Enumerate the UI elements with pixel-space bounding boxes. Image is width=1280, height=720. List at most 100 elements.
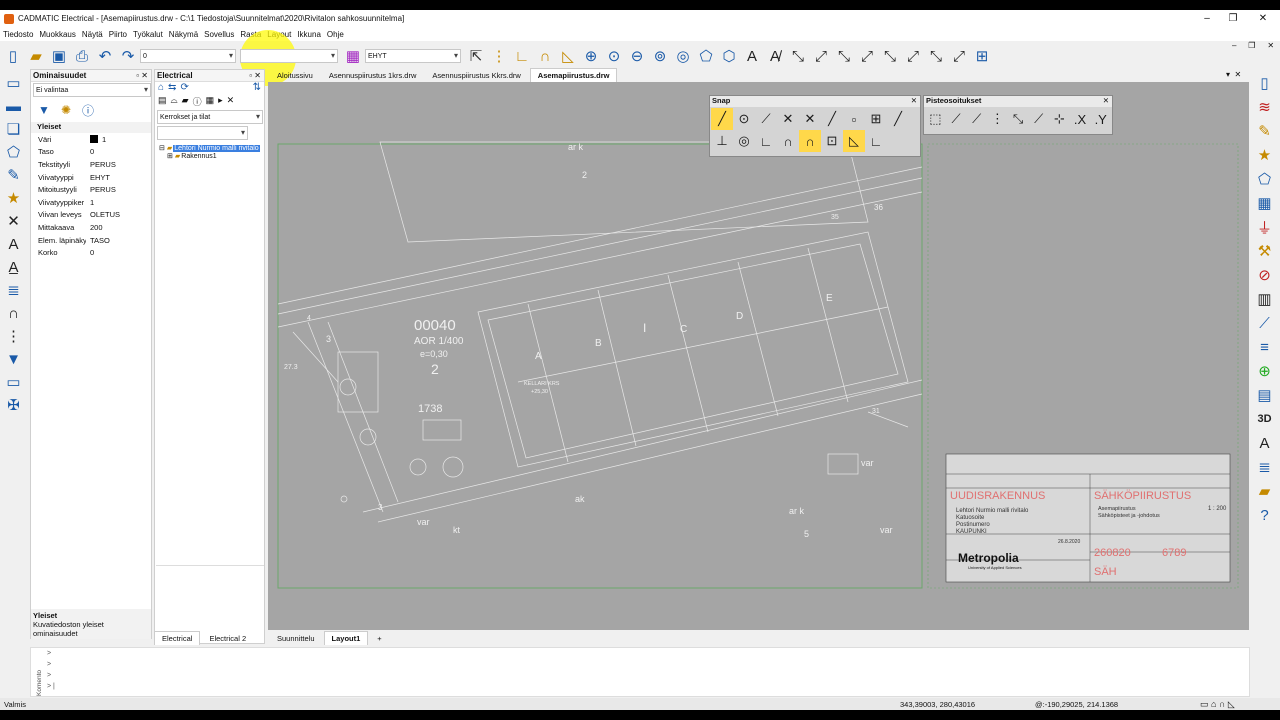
property-row[interactable]: Mittakaava 200 — [31, 221, 151, 234]
menu-item-2[interactable]: Näytä — [79, 30, 106, 39]
snap-magnet-red-icon[interactable]: ∩ — [777, 130, 799, 152]
zoom-window-icon[interactable]: ⊚ — [649, 45, 671, 67]
snap-apparent-icon[interactable]: ✕ — [799, 108, 821, 130]
r-help-icon[interactable]: ? — [1254, 504, 1276, 526]
layer-combo[interactable]: 0 — [140, 49, 236, 63]
property-row[interactable]: Elem. läpinäky TASO — [31, 234, 151, 247]
property-row[interactable]: Tekstityyli PERUS — [31, 158, 151, 171]
zoom-icon[interactable]: ⊙ — [603, 45, 625, 67]
snap-perp-icon[interactable]: ╱ — [821, 108, 843, 130]
tree-child[interactable]: ⊞ ▰ Rakennus1 — [159, 152, 264, 161]
snap-perpendicular-icon[interactable]: ⊥ — [711, 130, 733, 152]
star-tool-icon[interactable]: ★ — [3, 187, 25, 209]
property-row[interactable]: Viivatyyppiker 1 — [31, 196, 151, 209]
snap-quadrant-icon[interactable]: ◎ — [733, 130, 755, 152]
next-icon[interactable]: ▸ — [218, 95, 223, 108]
view-icon[interactable]: ⌓ — [171, 95, 178, 108]
zoom-extent-icon[interactable]: ◎ — [672, 45, 694, 67]
r-bars-icon[interactable]: ▥ — [1254, 288, 1276, 310]
doc-tab[interactable]: Asemapiirustus.drw — [529, 68, 618, 82]
status-icons[interactable]: ▭ ⌂ ∩ ◺ — [1200, 699, 1235, 710]
property-row[interactable]: Väri 1 — [31, 133, 151, 146]
points-close-icon[interactable]: ✕ — [1103, 96, 1109, 105]
snap-midpoint-icon[interactable]: ⟋ — [755, 108, 777, 130]
color-combo[interactable] — [240, 49, 338, 63]
mdi-restore-icon[interactable]: ❐ — [1248, 41, 1255, 53]
layout-tab[interactable]: Suunnittelu — [270, 632, 322, 645]
doc-tab[interactable]: Aloitussivu — [270, 69, 320, 82]
snap-magnet-active-icon[interactable]: ∩ — [799, 130, 821, 152]
mdi-minimize-icon[interactable]: – — [1232, 41, 1236, 53]
point-line-icon[interactable]: ⟋ — [946, 108, 967, 130]
dimension5-icon[interactable]: ⤡ — [879, 45, 901, 67]
text-tool-icon[interactable]: A — [3, 233, 25, 255]
point-box-icon[interactable]: ⬚ — [925, 108, 946, 130]
tools-icon[interactable]: ✠ — [3, 394, 25, 416]
screen-tool-icon[interactable]: ▭ — [3, 371, 25, 393]
table-icon[interactable]: ⊞ — [971, 45, 993, 67]
property-row[interactable]: Korko 0 — [31, 246, 151, 259]
move-icon[interactable]: ⬡ — [718, 45, 740, 67]
save-icon[interactable]: ▣ — [48, 45, 70, 67]
snap-nearest-icon[interactable]: ∟ — [755, 130, 777, 152]
r-database-icon[interactable]: ▰ — [1254, 480, 1276, 502]
point-diag-icon[interactable]: ⤡ — [1008, 108, 1029, 130]
ortho-icon[interactable]: ∟ — [511, 45, 533, 67]
r-add-icon[interactable]: ⊕ — [1254, 360, 1276, 382]
menu-item-6[interactable]: Sovellus — [201, 30, 237, 39]
r-star-icon[interactable]: ★ — [1254, 144, 1276, 166]
menu-item-5[interactable]: Näkymä — [166, 30, 201, 39]
menu-item-10[interactable]: Ohje — [324, 30, 347, 39]
sort-icon[interactable]: ⇅ — [253, 82, 261, 95]
pencil-tool-icon[interactable]: ✎ — [3, 164, 25, 186]
maximize-button[interactable]: ❐ — [1216, 10, 1250, 27]
snap-tangent-icon[interactable]: ╱ — [887, 108, 909, 130]
point-relative-icon[interactable]: ⟋ — [1028, 108, 1049, 130]
redo-icon[interactable]: ↷ — [117, 45, 139, 67]
rect-tool-icon[interactable]: ▬ — [3, 95, 25, 117]
db-icon[interactable]: ▤ — [158, 95, 167, 108]
dimension-icon[interactable]: ⤡ — [787, 45, 809, 67]
menu-item-3[interactable]: Piirto — [106, 30, 130, 39]
dimension7-icon[interactable]: ⤡ — [925, 45, 947, 67]
dimension2-icon[interactable]: ⤢ — [810, 45, 832, 67]
pan-icon[interactable]: ⬠ — [695, 45, 717, 67]
linetype-combo[interactable]: EHYT — [365, 49, 461, 63]
info2-icon[interactable]: ⓘ — [193, 95, 202, 108]
snap-angle-icon[interactable]: ◺ — [843, 130, 865, 152]
menu-item-1[interactable]: Muokkaus — [36, 30, 78, 39]
snap-endpoint-icon[interactable]: ╱ — [711, 108, 733, 130]
snap-ortho-icon[interactable]: ∟ — [865, 130, 887, 152]
dimension3-icon[interactable]: ⤡ — [833, 45, 855, 67]
snap-magnet-icon[interactable]: ∩ — [534, 45, 556, 67]
filter-icon[interactable]: ▼ — [35, 101, 53, 119]
property-row[interactable]: Viivatyyppi EHYT — [31, 171, 151, 184]
tab-electrical[interactable]: Electrical — [154, 631, 201, 645]
dimension6-icon[interactable]: ⤢ — [902, 45, 924, 67]
grid-tool-icon[interactable]: ⋮ — [3, 325, 25, 347]
command-line[interactable]: > > > > | Komento — [30, 647, 1250, 697]
r-tool-icon[interactable]: ⚒ — [1254, 240, 1276, 262]
close-button[interactable]: ✕ — [1246, 10, 1280, 27]
text-edit-icon[interactable]: A̸ — [764, 45, 786, 67]
point-y-button[interactable]: .Y — [1090, 108, 1111, 130]
tab-close-icon[interactable]: ✕ — [1234, 70, 1241, 79]
r-plug-icon[interactable]: ⏚ — [1254, 216, 1276, 238]
undo-icon[interactable]: ↶ — [94, 45, 116, 67]
copy-tool-icon[interactable]: ❏ — [3, 118, 25, 140]
open-folder-icon[interactable]: ▰ — [25, 45, 47, 67]
text-style-icon[interactable]: A̲ — [3, 256, 25, 278]
tree-icon[interactable]: ⇆ — [168, 82, 176, 95]
plug-icon[interactable]: ▰ — [182, 95, 189, 108]
zoom-out-icon[interactable]: ⊖ — [626, 45, 648, 67]
point-dist-icon[interactable]: ⟋ — [966, 108, 987, 130]
tree-root[interactable]: ⊟ ▰ Lehtori Nurmio malli rivitalo — [159, 144, 264, 152]
dimension8-icon[interactable]: ⤢ — [948, 45, 970, 67]
info-icon[interactable]: ⓘ — [79, 101, 97, 119]
grid2-icon[interactable]: ▦ — [206, 95, 215, 108]
print-icon[interactable]: ⎙ — [71, 45, 93, 67]
zoom-in-icon[interactable]: ⊕ — [580, 45, 602, 67]
doc-tab[interactable]: Asennuspiirustus Kkrs.drw — [425, 69, 527, 82]
close2-icon[interactable]: ✕ — [227, 95, 235, 108]
new-file-icon[interactable]: ▯ — [2, 45, 24, 67]
